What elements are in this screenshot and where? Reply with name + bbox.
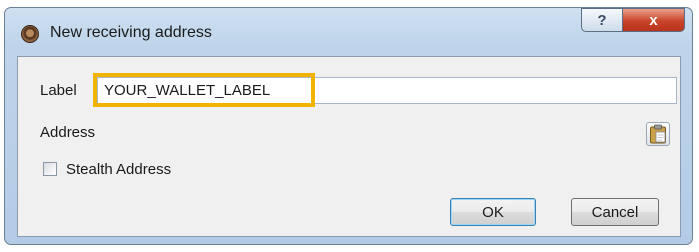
label-caption: Label — [40, 82, 77, 99]
label-input[interactable] — [97, 77, 677, 104]
help-button[interactable]: ? — [581, 8, 623, 32]
window-title: New receiving address — [50, 24, 212, 41]
stealth-address-checkbox[interactable] — [43, 162, 57, 176]
clipboard-paste-icon — [650, 124, 666, 144]
dialog-body: Label Address Stealth Address OK Cancel — [17, 56, 681, 237]
paste-button[interactable] — [646, 122, 670, 146]
title-bar[interactable]: New receiving address ? x — [5, 8, 692, 57]
address-caption: Address — [40, 124, 96, 141]
cancel-button[interactable]: Cancel — [571, 198, 659, 226]
close-icon: x — [649, 11, 658, 29]
ok-button[interactable]: OK — [450, 198, 536, 226]
close-button[interactable]: x — [622, 8, 685, 32]
stealth-address-label[interactable]: Stealth Address — [66, 161, 171, 178]
coin-icon — [21, 25, 39, 43]
dialog-window: New receiving address ? x Label Address … — [4, 7, 693, 245]
